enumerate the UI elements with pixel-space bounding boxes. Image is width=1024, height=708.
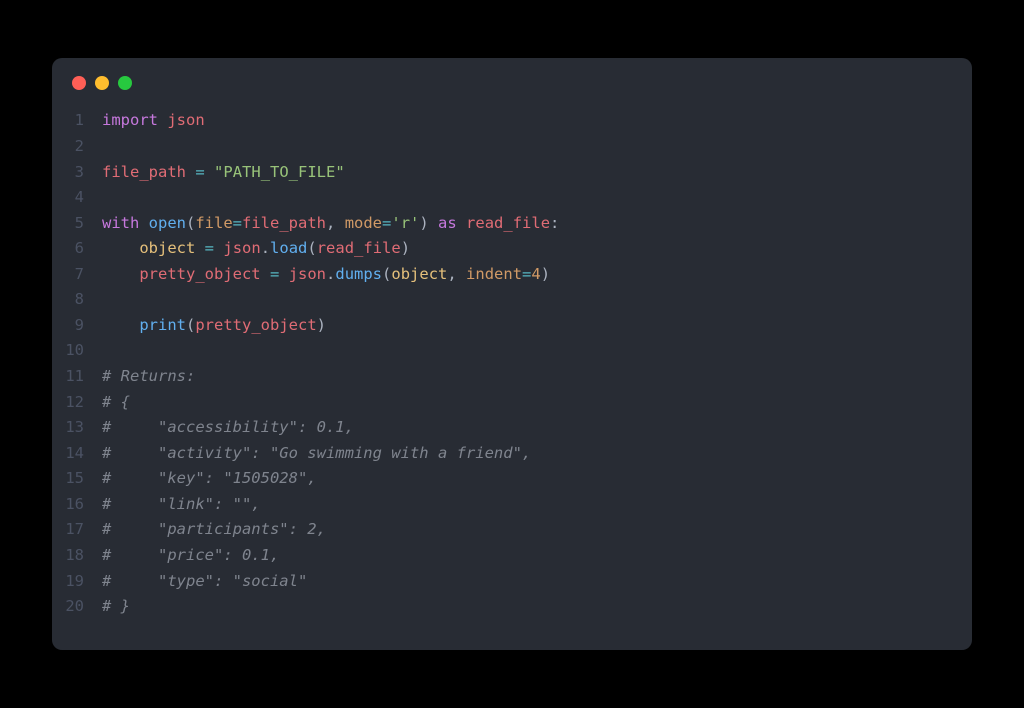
code-line: 6 object = json.load(read_file) xyxy=(52,236,972,262)
line-number: 19 xyxy=(52,569,102,595)
code-line: 4 xyxy=(52,185,972,211)
line-content: # } xyxy=(102,594,130,620)
line-content: # { xyxy=(102,390,130,416)
line-content: # "accessibility": 0.1, xyxy=(102,415,354,441)
line-number: 18 xyxy=(52,543,102,569)
code-line: 8 xyxy=(52,287,972,313)
line-number: 1 xyxy=(52,108,102,134)
code-line: 9 print(pretty_object) xyxy=(52,313,972,339)
line-number: 7 xyxy=(52,262,102,288)
line-content: # "participants": 2, xyxy=(102,517,326,543)
zoom-icon[interactable] xyxy=(118,76,132,90)
code-line: 20# } xyxy=(52,594,972,620)
code-line: 7 pretty_object = json.dumps(object, ind… xyxy=(52,262,972,288)
minimize-icon[interactable] xyxy=(95,76,109,90)
line-content: # "key": "1505028", xyxy=(102,466,317,492)
line-number: 4 xyxy=(52,185,102,211)
code-line: 19# "type": "social" xyxy=(52,569,972,595)
line-number: 20 xyxy=(52,594,102,620)
line-content xyxy=(102,185,111,211)
line-content: # "type": "social" xyxy=(102,569,307,595)
line-content xyxy=(102,134,111,160)
code-line: 18# "price": 0.1, xyxy=(52,543,972,569)
code-line: 16# "link": "", xyxy=(52,492,972,518)
line-number: 12 xyxy=(52,390,102,416)
line-content: print(pretty_object) xyxy=(102,313,326,339)
line-number: 2 xyxy=(52,134,102,160)
code-editor[interactable]: 1import json2 3file_path = "PATH_TO_FILE… xyxy=(52,100,972,629)
line-content: import json xyxy=(102,108,205,134)
line-content: object = json.load(read_file) xyxy=(102,236,410,262)
window-titlebar xyxy=(52,58,972,100)
line-content: # "link": "", xyxy=(102,492,261,518)
line-content: pretty_object = json.dumps(object, inden… xyxy=(102,262,550,288)
code-line: 5with open(file=file_path, mode='r') as … xyxy=(52,211,972,237)
line-number: 13 xyxy=(52,415,102,441)
line-number: 3 xyxy=(52,160,102,186)
code-line: 12# { xyxy=(52,390,972,416)
code-window: 1import json2 3file_path = "PATH_TO_FILE… xyxy=(52,58,972,649)
code-line: 14# "activity": "Go swimming with a frie… xyxy=(52,441,972,467)
code-line: 15# "key": "1505028", xyxy=(52,466,972,492)
line-content xyxy=(102,338,111,364)
code-line: 17# "participants": 2, xyxy=(52,517,972,543)
line-number: 15 xyxy=(52,466,102,492)
line-content: # "activity": "Go swimming with a friend… xyxy=(102,441,531,467)
line-number: 6 xyxy=(52,236,102,262)
line-content: # Returns: xyxy=(102,364,195,390)
code-line: 11# Returns: xyxy=(52,364,972,390)
code-line: 1import json xyxy=(52,108,972,134)
line-number: 17 xyxy=(52,517,102,543)
line-number: 8 xyxy=(52,287,102,313)
line-content: with open(file=file_path, mode='r') as r… xyxy=(102,211,559,237)
line-number: 16 xyxy=(52,492,102,518)
code-line: 10 xyxy=(52,338,972,364)
line-content: file_path = "PATH_TO_FILE" xyxy=(102,160,345,186)
line-number: 14 xyxy=(52,441,102,467)
line-number: 11 xyxy=(52,364,102,390)
line-number: 9 xyxy=(52,313,102,339)
code-line: 3file_path = "PATH_TO_FILE" xyxy=(52,160,972,186)
code-line: 2 xyxy=(52,134,972,160)
line-number: 5 xyxy=(52,211,102,237)
line-content xyxy=(102,287,111,313)
line-number: 10 xyxy=(52,338,102,364)
code-line: 13# "accessibility": 0.1, xyxy=(52,415,972,441)
close-icon[interactable] xyxy=(72,76,86,90)
line-content: # "price": 0.1, xyxy=(102,543,279,569)
